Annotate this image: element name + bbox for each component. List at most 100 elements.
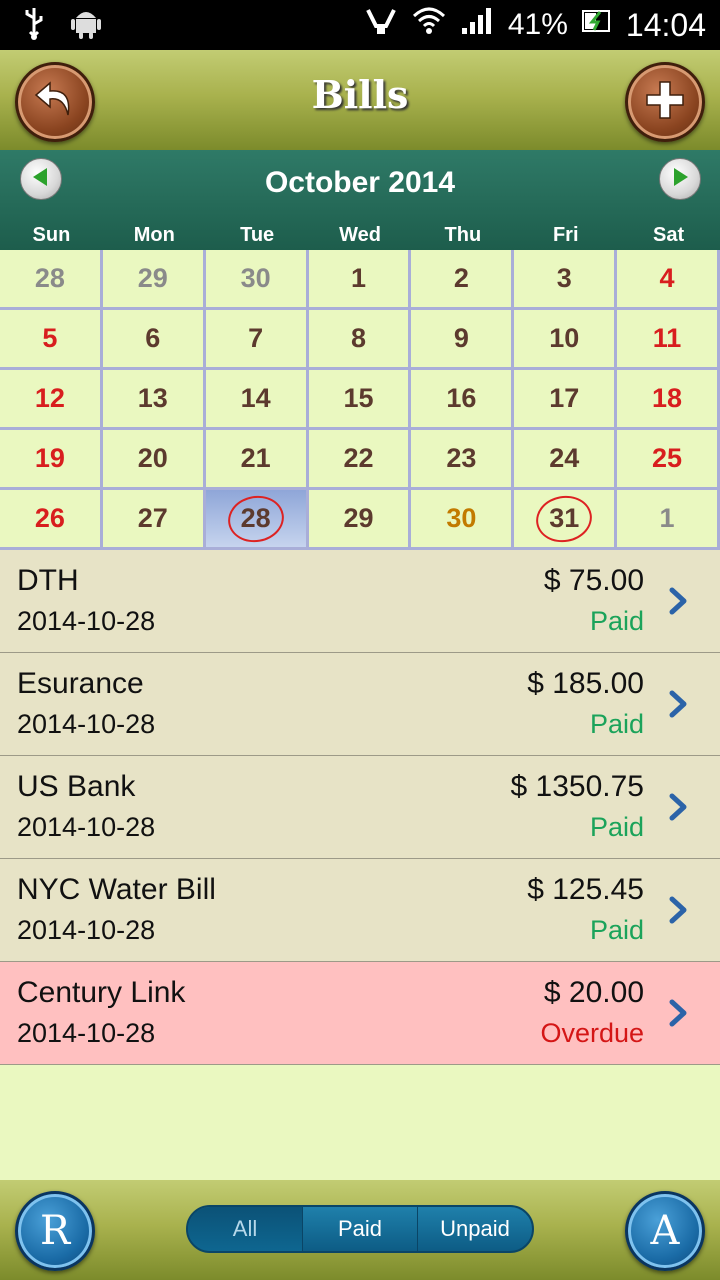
weekday-label: Sun [32, 224, 71, 246]
bill-name: Century Link [17, 976, 186, 1009]
calendar-day[interactable]: 5 [0, 310, 103, 370]
calendar-header: October 2014 Sun Mon Tue Wed Thu Fri Sat [0, 150, 720, 250]
calendar-day[interactable]: 20 [102, 430, 206, 490]
bill-status: Paid [589, 915, 644, 945]
day-number: 12 [34, 383, 65, 413]
month-title: October 2014 [264, 166, 456, 199]
day-number: 30 [240, 263, 271, 293]
day-number: 7 [248, 323, 264, 353]
weekday-label: Fri [552, 224, 579, 246]
calendar-day[interactable]: 21 [205, 430, 309, 490]
calendar-day[interactable]: 28 [205, 490, 309, 550]
calendar-day[interactable]: 10 [514, 310, 618, 370]
calendar-day[interactable]: 14 [205, 370, 309, 430]
clock: 14:04 [625, 6, 706, 43]
back-button[interactable] [15, 62, 95, 142]
calendar-day[interactable]: 3 [514, 250, 618, 310]
day-number: 5 [42, 323, 58, 353]
calendar-day[interactable]: 29 [102, 250, 206, 310]
calendar-day[interactable]: 19 [0, 430, 103, 490]
bill-date: 2014-10-28 [17, 709, 156, 739]
bill-row[interactable]: Esurance 2014-10-28 $ 185.00 Paid [0, 653, 720, 756]
calendar-day[interactable]: 13 [102, 370, 206, 430]
bill-row[interactable]: US Bank 2014-10-28 $ 1350.75 Paid [0, 756, 720, 859]
weekday-label: Mon [133, 224, 175, 246]
bottom-bar: R All Paid Unpaid A [0, 1180, 720, 1280]
status-bar: 41% 14:04 [0, 0, 720, 50]
day-number: 26 [34, 503, 65, 533]
bill-date: 2014-10-28 [17, 1018, 156, 1048]
calendar-day[interactable]: 16 [411, 370, 515, 430]
day-number: 13 [137, 383, 168, 413]
bill-name: US Bank [17, 770, 136, 803]
bill-date: 2014-10-28 [17, 606, 156, 636]
bill-status: Paid [589, 606, 644, 636]
accounts-button[interactable]: A [625, 1191, 705, 1271]
chevron-right-icon [666, 586, 690, 616]
calendar-day[interactable]: 28 [0, 250, 103, 310]
add-bill-button[interactable] [625, 62, 705, 142]
bill-amount: $ 185.00 [527, 667, 644, 700]
weekday-label: Thu [444, 224, 482, 246]
day-number: 29 [137, 263, 168, 293]
calendar-day[interactable]: 24 [514, 430, 618, 490]
day-number: 28 [34, 263, 65, 293]
calendar-day[interactable]: 30 [205, 250, 309, 310]
chevron-right-icon [666, 998, 690, 1028]
day-number: 3 [556, 263, 572, 293]
calendar-day[interactable]: 26 [0, 490, 103, 550]
calendar-day[interactable]: 11 [617, 310, 720, 370]
day-number: 15 [343, 383, 374, 413]
day-number: 19 [34, 443, 65, 473]
day-number: 30 [446, 503, 477, 533]
calendar-day[interactable]: 27 [102, 490, 206, 550]
calendar-day[interactable]: 18 [617, 370, 720, 430]
weekday-label: Wed [339, 224, 381, 246]
wifi-icon [412, 6, 446, 44]
calendar-day[interactable]: 9 [411, 310, 515, 370]
calendar-day[interactable]: 12 [0, 370, 103, 430]
calendar-day[interactable]: 6 [102, 310, 206, 370]
day-number: 24 [549, 443, 580, 473]
calendar-grid: 28 29 30 1 2 3 4 5 6 7 8 9 10 11 12 13 14 15 16 17 18 19 20 21 2… [0, 250, 720, 550]
calendar-day[interactable]: 29 [308, 490, 412, 550]
bill-due-marker [532, 490, 596, 547]
calendar-day[interactable]: 7 [205, 310, 309, 370]
reports-button[interactable]: R [15, 1191, 95, 1271]
calendar-day[interactable]: 31 [514, 490, 618, 550]
calendar-day[interactable]: 25 [617, 430, 720, 490]
bill-row[interactable]: Century Link 2014-10-28 $ 20.00 Overdue [0, 962, 720, 1065]
day-number: 18 [652, 383, 683, 413]
calendar-day[interactable]: 17 [514, 370, 618, 430]
calendar-day[interactable]: 1 [617, 490, 720, 550]
calendar-day[interactable]: 1 [308, 250, 412, 310]
sync-icon [364, 6, 398, 44]
calendar-day[interactable]: 2 [411, 250, 515, 310]
calendar-day[interactable]: 22 [308, 430, 412, 490]
bill-row[interactable]: DTH 2014-10-28 $ 75.00 Paid [0, 550, 720, 653]
bill-amount: $ 1350.75 [510, 770, 644, 803]
weekday-label: Sat [653, 224, 685, 246]
calendar-day[interactable]: 4 [617, 250, 720, 310]
filter-all-tab[interactable]: All [188, 1207, 302, 1251]
day-number: 9 [453, 323, 469, 353]
next-month-button[interactable] [659, 158, 701, 200]
plus-icon [643, 78, 687, 127]
calendar-day[interactable]: 15 [308, 370, 412, 430]
bill-status: Paid [589, 812, 644, 842]
chevron-right-icon [666, 792, 690, 822]
filter-segmented-control: All Paid Unpaid [186, 1205, 534, 1253]
page-title: Bills [311, 72, 409, 117]
calendar-day[interactable]: 8 [308, 310, 412, 370]
day-number: 14 [240, 383, 271, 413]
day-number: 22 [343, 443, 374, 473]
day-number: 27 [137, 503, 168, 533]
calendar-day[interactable]: 23 [411, 430, 515, 490]
filter-paid-tab[interactable]: Paid [302, 1207, 417, 1251]
signal-icon [460, 6, 494, 44]
filter-unpaid-tab[interactable]: Unpaid [417, 1207, 532, 1251]
undo-arrow-icon [32, 77, 78, 128]
bill-row[interactable]: NYC Water Bill 2014-10-28 $ 125.45 Paid [0, 859, 720, 962]
bill-due-marker [224, 490, 288, 547]
calendar-day[interactable]: 30 [411, 490, 515, 550]
